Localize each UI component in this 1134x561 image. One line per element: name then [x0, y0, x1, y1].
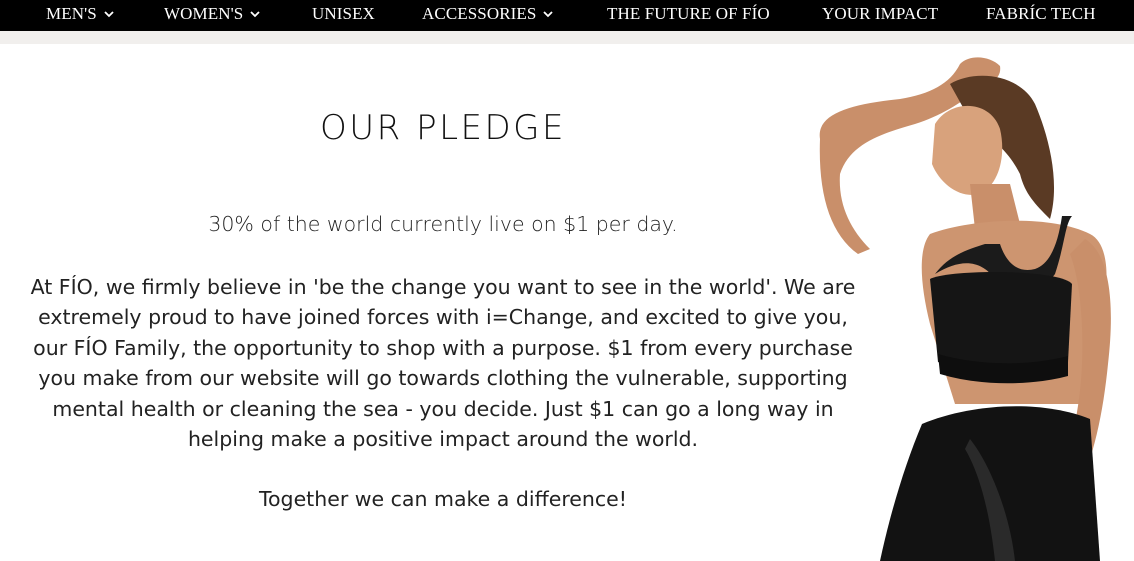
nav-item-label: MEN'S — [46, 4, 97, 23]
nav-item-mens[interactable]: MEN'S — [46, 3, 115, 25]
chevron-down-icon — [103, 8, 115, 20]
nav-divider-bar — [0, 31, 1134, 44]
pledge-body-text: At FÍO, we firmly believe in 'be the cha… — [30, 275, 856, 452]
nav-item-accessories[interactable]: ACCESSORIES — [422, 3, 554, 25]
chevron-down-icon — [249, 8, 261, 20]
page-title: OUR PLEDGE — [319, 108, 567, 148]
nav-item-label: YOUR IMPACT — [822, 4, 939, 23]
nav-item-label: THE FUTURE OF FÍO — [607, 4, 770, 23]
nav-item-label: WOMEN'S — [164, 4, 244, 23]
nav-item-your-impact[interactable]: YOUR IMPACT — [822, 3, 938, 25]
pledge-closing-text: Together we can make a difference! — [258, 487, 628, 511]
nav-item-label: ACCESSORIES — [422, 4, 537, 23]
main-navigation: MEN'S WOMEN'S UNISEX ACCESSORIES THE FUT… — [0, 0, 1134, 31]
nav-item-womens[interactable]: WOMEN'S — [164, 3, 261, 25]
nav-item-future-of-fio[interactable]: THE FUTURE OF FÍO — [607, 3, 770, 25]
nav-item-label: UNISEX — [312, 4, 375, 23]
pledge-lead-text: 30% of the world currently live on $1 pe… — [208, 212, 678, 236]
nav-item-fabric-tech[interactable]: FABRÍC TECH — [986, 3, 1096, 25]
nav-item-unisex[interactable]: UNISEX — [312, 3, 375, 25]
nav-item-label: FABRÍC TECH — [986, 4, 1096, 23]
model-photo — [810, 44, 1134, 561]
chevron-down-icon — [542, 8, 554, 20]
